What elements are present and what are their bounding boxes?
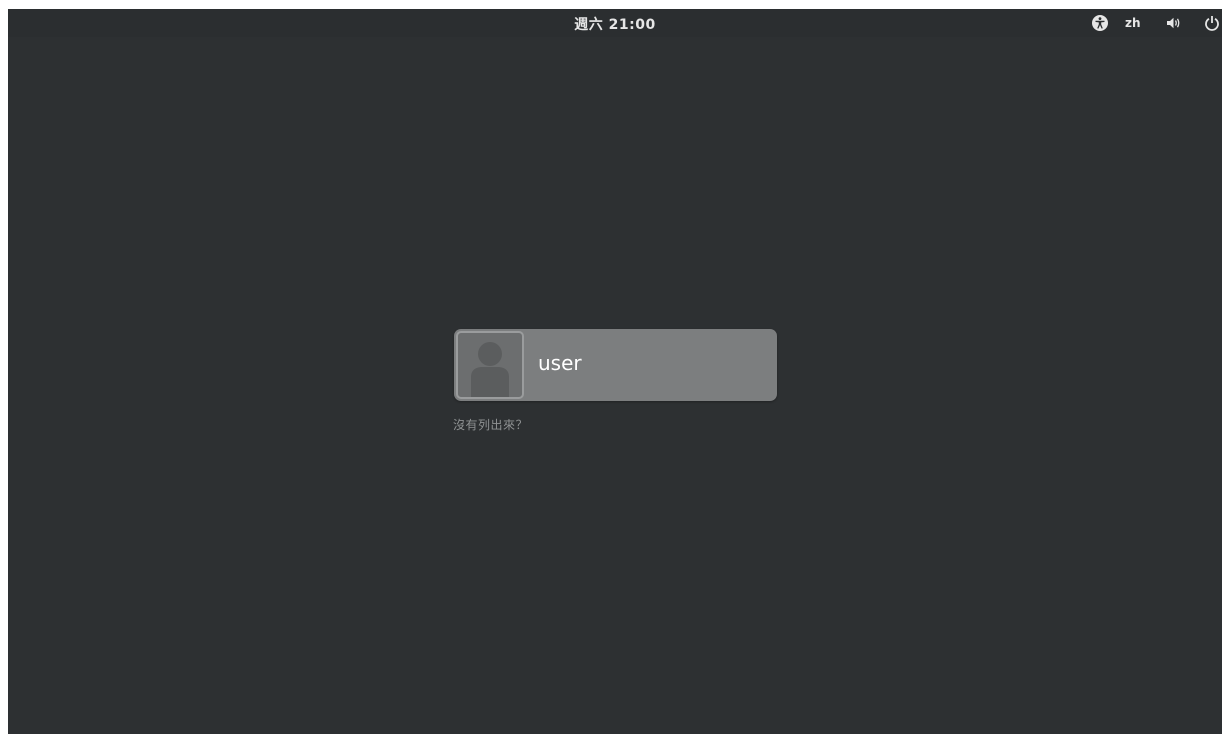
- accessibility-icon[interactable]: [1091, 14, 1109, 32]
- not-listed-link[interactable]: 沒有列出來？: [453, 416, 528, 433]
- user-list-item[interactable]: user: [454, 329, 777, 401]
- language-indicator[interactable]: zh: [1125, 16, 1145, 34]
- username-label: user: [538, 351, 582, 375]
- volume-icon[interactable]: [1166, 14, 1182, 32]
- clock[interactable]: 週六 21:00: [8, 14, 1222, 34]
- login-screen: 週六 21:00 zh user 沒有列出來？: [8, 9, 1222, 734]
- top-bar: 週六 21:00 zh: [8, 9, 1222, 37]
- power-icon[interactable]: [1204, 14, 1220, 32]
- user-silhouette-icon: [471, 342, 509, 397]
- user-avatar: [456, 331, 524, 399]
